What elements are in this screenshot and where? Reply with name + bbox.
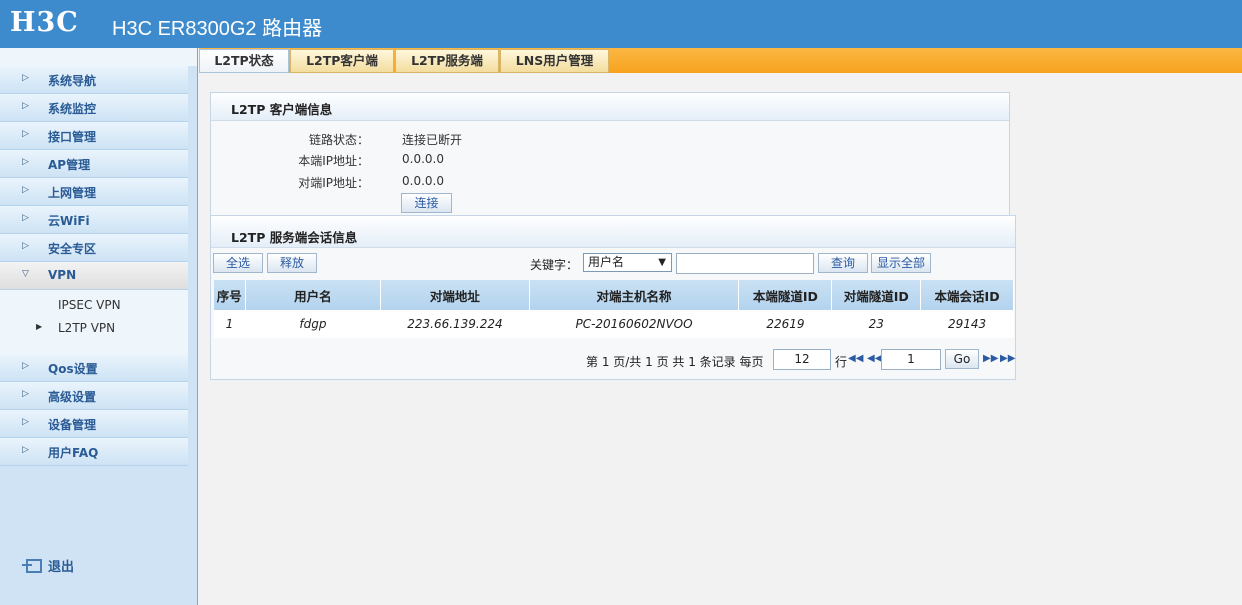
first-page-icon[interactable]: ◀◀ xyxy=(848,353,863,364)
chevron-right-icon: ▷ xyxy=(22,73,29,83)
keyword-label: 关键字： xyxy=(530,258,579,272)
sidebar-item-security[interactable]: ▷ 安全专区 xyxy=(0,234,188,262)
col-header-peer-address[interactable]: 对端地址 xyxy=(380,280,530,310)
local-ip-value: 0.0.0.0 xyxy=(402,152,444,166)
chevron-right-icon: ▷ xyxy=(22,157,29,167)
server-panel-title: L2TP 服务端会话信息 xyxy=(211,216,1015,248)
keyword-select[interactable]: 用户名 ▼ xyxy=(583,253,672,272)
pager-summary: 第 1 页/共 1 页 共 1 条记录 每页 xyxy=(586,355,764,369)
table-row[interactable]: 1 fdgp 223.66.139.224 PC-20160602NVOO 22… xyxy=(214,310,1014,338)
sidebar-item-faq[interactable]: ▷ 用户FAQ xyxy=(0,438,188,466)
col-header-peer-hostname[interactable]: 对端主机名称 xyxy=(529,280,740,310)
next-page-icon[interactable]: ▶▶ xyxy=(983,353,998,364)
sidebar-subitem-ipsec-vpn[interactable]: IPSEC VPN xyxy=(58,298,121,312)
go-button[interactable]: Go xyxy=(945,349,979,369)
sidebar-item-cloud-wifi[interactable]: ▷ 云WiFi xyxy=(0,206,188,234)
sidebar-item-device[interactable]: ▷ 设备管理 xyxy=(0,410,188,438)
tab-lns-user-management[interactable]: LNS用户管理 xyxy=(500,49,609,73)
per-page-input[interactable]: 12 xyxy=(773,349,831,370)
link-status-value: 连接已断开 xyxy=(402,133,463,147)
vpn-submenu: IPSEC VPN ▶ L2TP VPN xyxy=(0,290,188,354)
page-title: H3C ER8300G2 路由器 xyxy=(112,18,323,40)
tab-l2tp-client[interactable]: L2TP客户端 xyxy=(290,49,394,73)
chevron-right-icon: ▷ xyxy=(22,361,29,371)
client-info-panel: L2TP 客户端信息 链路状态： 连接已断开 本端IP地址： 0.0.0.0 对… xyxy=(210,92,1010,216)
chevron-right-icon: ▷ xyxy=(22,213,29,223)
col-header-peer-tunnel-id[interactable]: 对端隧道ID xyxy=(831,280,922,310)
dropdown-arrow-icon: ▼ xyxy=(658,257,666,268)
link-status-label: 链路状态： xyxy=(308,133,369,147)
cell-local-tunnel-id: 22619 xyxy=(738,310,832,338)
keyword-input[interactable] xyxy=(676,253,814,274)
per-page-unit: 行 xyxy=(835,355,848,369)
col-header-username[interactable]: 用户名 xyxy=(245,280,382,310)
table-header-row: 序号 用户名 对端地址 对端主机名称 本端隧道ID 对端隧道ID 本端会话ID xyxy=(214,280,1014,310)
chevron-right-icon: ▷ xyxy=(22,417,29,427)
cell-index: 1 xyxy=(214,310,245,338)
connect-button[interactable]: 连接 xyxy=(401,193,452,213)
cell-local-session-id: 29143 xyxy=(920,310,1014,338)
header-bar: H3C H3C ER8300G2 路由器 xyxy=(0,0,1242,48)
sidebar-item-qos[interactable]: ▷ Qos设置 xyxy=(0,354,188,382)
brand-logo: H3C xyxy=(10,7,79,38)
cell-username: fdgp xyxy=(245,310,381,338)
col-header-local-session-id[interactable]: 本端会话ID xyxy=(920,280,1014,310)
client-panel-title: L2TP 客户端信息 xyxy=(211,93,1009,121)
chevron-right-icon: ▷ xyxy=(22,241,29,251)
select-all-button[interactable]: 全选 xyxy=(213,253,263,273)
sidebar-item-monitor[interactable]: ▷ 系统监控 xyxy=(0,94,188,122)
sidebar: ▷ 系统导航 ▷ 系统监控 ▷ 接口管理 ▷ AP管理 ▷ 上网管理 ▷ 云WiFi ▷ 安全… xyxy=(0,48,198,605)
chevron-down-icon: ▽ xyxy=(22,269,29,279)
peer-ip-value: 0.0.0.0 xyxy=(402,174,444,188)
last-page-icon[interactable]: ▶▶ xyxy=(1000,353,1015,364)
sidebar-subitem-l2tp-vpn[interactable]: ▶ L2TP VPN xyxy=(36,321,115,335)
tab-l2tp-server[interactable]: L2TP服务端 xyxy=(395,49,499,73)
sidebar-item-vpn[interactable]: ▽ VPN xyxy=(0,262,188,290)
cell-peer-tunnel-id: 23 xyxy=(831,310,921,338)
sidebar-item-internet[interactable]: ▷ 上网管理 xyxy=(0,178,188,206)
server-session-panel: L2TP 服务端会话信息 全选 释放 关键字： 用户名 ▼ 查询 显示全部 序号 … xyxy=(210,215,1016,380)
release-button[interactable]: 释放 xyxy=(267,253,317,273)
sidebar-item-interface[interactable]: ▷ 接口管理 xyxy=(0,122,188,150)
tab-l2tp-status[interactable]: L2TP状态 xyxy=(199,49,289,73)
sidebar-item-advanced[interactable]: ▷ 高级设置 xyxy=(0,382,188,410)
current-marker-icon: ▶ xyxy=(36,322,43,331)
query-button[interactable]: 查询 xyxy=(818,253,868,273)
sidebar-item-nav[interactable]: ▷ 系统导航 xyxy=(0,66,188,94)
local-ip-label: 本端IP地址： xyxy=(298,154,369,168)
show-all-button[interactable]: 显示全部 xyxy=(871,253,931,273)
chevron-right-icon: ▷ xyxy=(22,185,29,195)
logout-icon xyxy=(22,559,42,573)
page-number-input[interactable]: 1 xyxy=(881,349,941,370)
chevron-right-icon: ▷ xyxy=(22,445,29,455)
session-table: 序号 用户名 对端地址 对端主机名称 本端隧道ID 对端隧道ID 本端会话ID … xyxy=(214,280,1014,338)
sidebar-item-ap[interactable]: ▷ AP管理 xyxy=(0,150,188,178)
peer-ip-label: 对端IP地址： xyxy=(298,176,369,190)
chevron-right-icon: ▷ xyxy=(22,101,29,111)
chevron-right-icon: ▷ xyxy=(22,129,29,139)
tab-bar: L2TP状态 L2TP客户端 L2TP服务端 LNS用户管理 xyxy=(199,48,1242,73)
col-header-local-tunnel-id[interactable]: 本端隧道ID xyxy=(738,280,833,310)
chevron-right-icon: ▷ xyxy=(22,389,29,399)
cell-peer-address: 223.66.139.224 xyxy=(380,310,530,338)
cell-peer-hostname: PC-20160602NVOO xyxy=(529,310,739,338)
col-header-index[interactable]: 序号 xyxy=(214,280,246,310)
logout-button[interactable]: 退出 xyxy=(22,556,74,575)
